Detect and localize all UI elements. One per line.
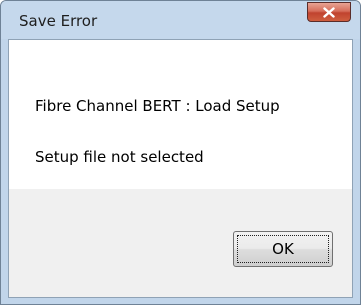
title-bar[interactable]: Save Error <box>1 1 360 39</box>
message-detail: Setup file not selected <box>35 148 204 166</box>
message-panel: Fibre Channel BERT : Load Setup Setup fi… <box>9 40 352 189</box>
message-heading: Fibre Channel BERT : Load Setup <box>35 97 280 115</box>
close-x-icon <box>323 7 335 18</box>
save-error-dialog: Save Error Fibre Channel BERT : Load Set… <box>0 0 361 305</box>
close-button[interactable] <box>307 2 351 22</box>
window-title: Save Error <box>19 12 98 30</box>
ok-button-label: OK <box>237 235 329 263</box>
dialog-body: Fibre Channel BERT : Load Setup Setup fi… <box>8 39 353 298</box>
ok-button[interactable]: OK <box>233 231 333 267</box>
